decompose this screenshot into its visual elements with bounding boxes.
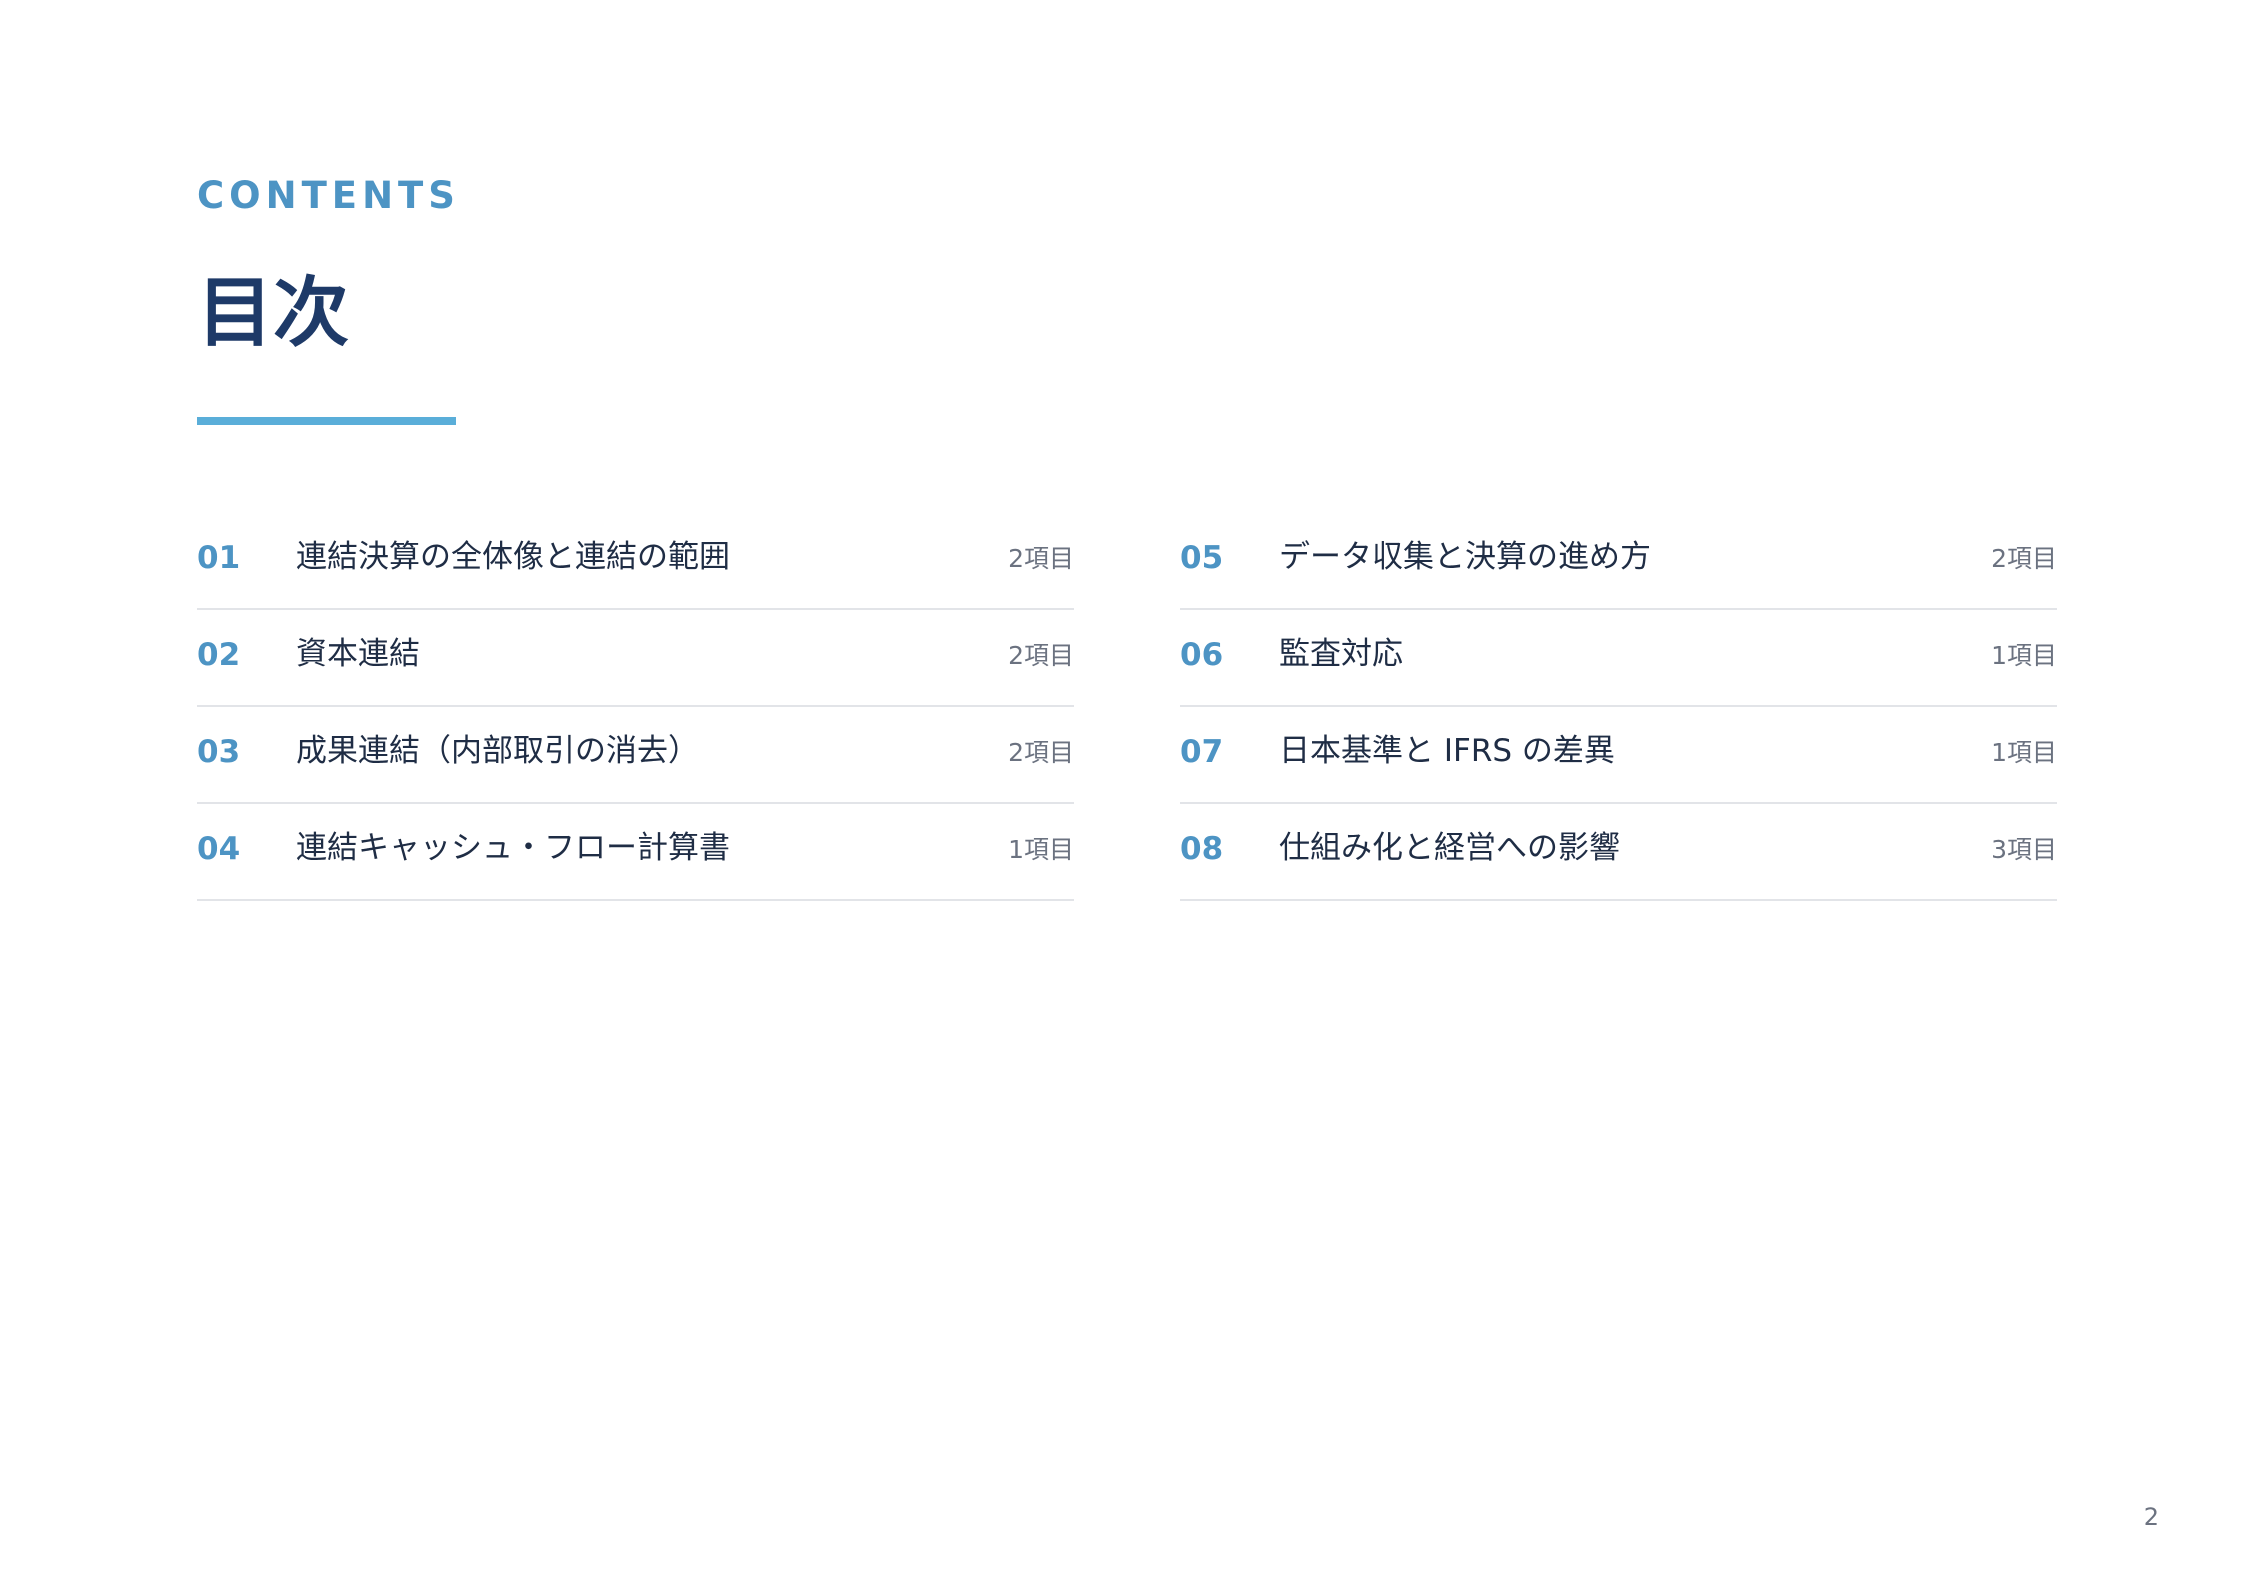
toc-item-count: 2項目 bbox=[1008, 641, 1074, 670]
page-title: 目次 bbox=[197, 268, 349, 357]
title-underline bbox=[197, 417, 456, 425]
toc-item-title: 監査対応 bbox=[1279, 636, 1403, 672]
toc-item-03[interactable]: 03 成果連結（内部取引の消去） 2項目 bbox=[197, 707, 1074, 804]
toc-item-title: 仕組み化と経営への影響 bbox=[1279, 830, 1620, 866]
toc-item-number: 02 bbox=[197, 637, 241, 673]
toc-item-title: 日本基準と IFRS の差異 bbox=[1279, 733, 1615, 769]
toc-item-number: 05 bbox=[1180, 540, 1224, 576]
toc-right-column: 05 データ収集と決算の進め方 2項目 06 監査対応 1項目 07 日本基準と… bbox=[1180, 513, 2057, 901]
toc-left-column: 01 連結決算の全体像と連結の範囲 2項目 02 資本連結 2項目 03 成果連… bbox=[197, 513, 1074, 901]
toc-item-02[interactable]: 02 資本連結 2項目 bbox=[197, 610, 1074, 707]
toc-item-title: 連結決算の全体像と連結の範囲 bbox=[296, 539, 730, 575]
toc-item-04[interactable]: 04 連結キャッシュ・フロー計算書 1項目 bbox=[197, 804, 1074, 901]
toc-item-number: 07 bbox=[1180, 734, 1224, 770]
toc-item-05[interactable]: 05 データ収集と決算の進め方 2項目 bbox=[1180, 513, 2057, 610]
toc-item-number: 06 bbox=[1180, 637, 1224, 673]
toc-item-title: 資本連結 bbox=[296, 636, 420, 672]
toc-item-title: 成果連結（内部取引の消去） bbox=[296, 733, 699, 769]
toc-item-title: データ収集と決算の進め方 bbox=[1279, 539, 1651, 575]
toc-item-number: 08 bbox=[1180, 831, 1224, 867]
toc-item-count: 3項目 bbox=[1991, 835, 2057, 864]
toc-item-count: 1項目 bbox=[1008, 835, 1074, 864]
toc-item-08[interactable]: 08 仕組み化と経営への影響 3項目 bbox=[1180, 804, 2057, 901]
toc-item-number: 03 bbox=[197, 734, 241, 770]
toc-item-count: 2項目 bbox=[1991, 544, 2057, 573]
toc-item-07[interactable]: 07 日本基準と IFRS の差異 1項目 bbox=[1180, 707, 2057, 804]
toc-item-count: 2項目 bbox=[1008, 544, 1074, 573]
toc-item-count: 2項目 bbox=[1008, 738, 1074, 767]
toc-item-count: 1項目 bbox=[1991, 738, 2057, 767]
toc-item-count: 1項目 bbox=[1991, 641, 2057, 670]
toc-item-number: 01 bbox=[197, 540, 241, 576]
page-number: 2 bbox=[2143, 1503, 2159, 1531]
toc-item-title: 連結キャッシュ・フロー計算書 bbox=[296, 830, 730, 866]
eyebrow-label: CONTENTS bbox=[197, 174, 460, 217]
toc-item-06[interactable]: 06 監査対応 1項目 bbox=[1180, 610, 2057, 707]
toc-item-01[interactable]: 01 連結決算の全体像と連結の範囲 2項目 bbox=[197, 513, 1074, 610]
toc-item-number: 04 bbox=[197, 831, 241, 867]
